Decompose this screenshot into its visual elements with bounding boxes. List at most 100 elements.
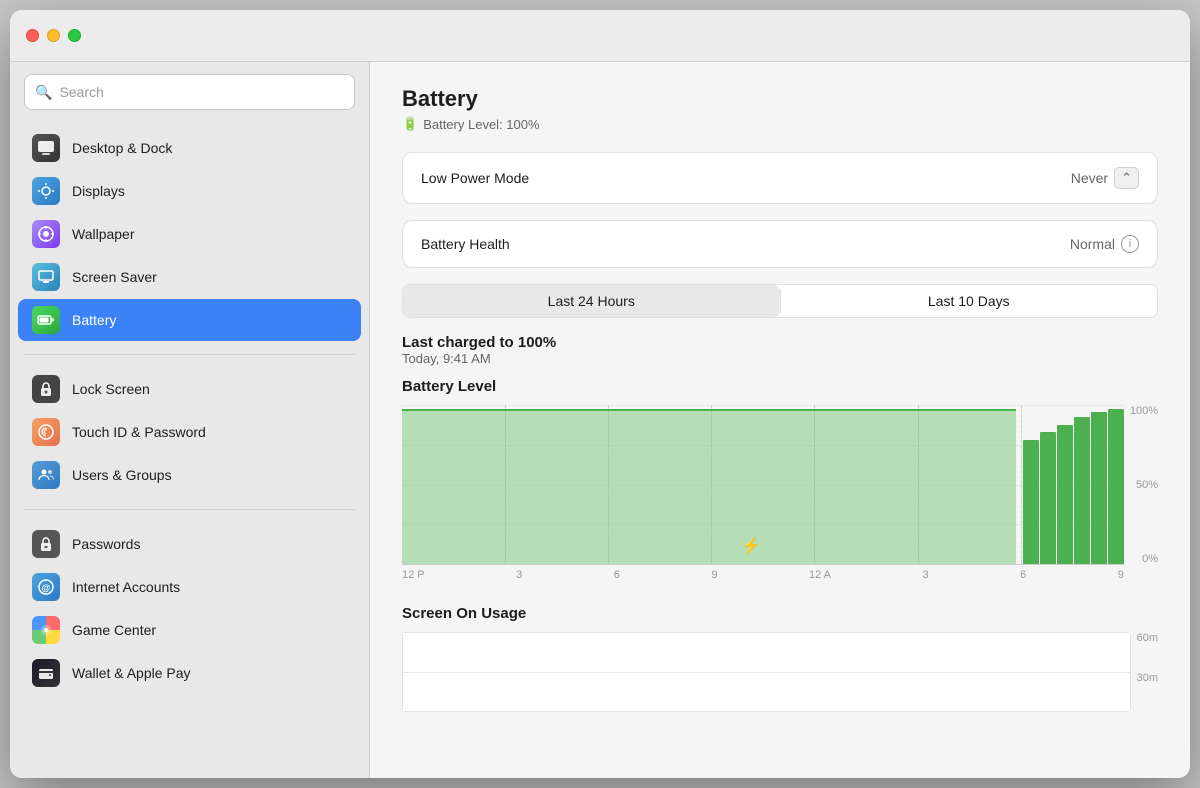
wallet-icon: [32, 659, 60, 687]
battery-health-value-text: Normal: [1070, 236, 1115, 252]
vgrid-6: [1021, 405, 1022, 564]
battery-chart-area: ⚡: [402, 405, 1124, 565]
main-content: Battery 🔋 Battery Level: 100% Low Power …: [370, 62, 1190, 778]
charged-section: Last charged to 100% Today, 9:41 AM: [402, 334, 1158, 366]
sidebar-label-lock-screen: Lock Screen: [72, 381, 150, 397]
sidebar: 🔍 Search Desktop & Dock: [10, 62, 370, 778]
time-tab-group: Last 24 Hours Last 10 Days: [402, 284, 1158, 318]
charged-title: Last charged to 100%: [402, 334, 1158, 351]
divider-2: [24, 509, 355, 510]
battery-health-row: Battery Health Normal i: [403, 221, 1157, 267]
passwords-icon: [32, 530, 60, 558]
content-area: 🔍 Search Desktop & Dock: [10, 62, 1190, 778]
sidebar-label-battery: Battery: [72, 312, 116, 328]
low-power-card: Low Power Mode Never ⌃: [402, 152, 1158, 204]
sidebar-label-internet-accounts: Internet Accounts: [72, 579, 180, 595]
charged-sub: Today, 9:41 AM: [402, 351, 1158, 366]
divider-1: [24, 354, 355, 355]
sidebar-item-wallpaper[interactable]: Wallpaper: [18, 213, 361, 255]
titlebar: [10, 10, 1190, 62]
screen-chart-wrapper: 60m 30m: [402, 632, 1158, 712]
battery-chart-container: ⚡ 12 P 3 6 9 12 A 3 6 9: [402, 405, 1124, 585]
desktop-dock-icon: [32, 134, 60, 162]
screen-y-60m: 60m: [1137, 632, 1158, 644]
users-groups-icon: [32, 461, 60, 489]
sidebar-item-lock-screen[interactable]: Lock Screen: [18, 368, 361, 410]
sidebar-label-desktop-dock: Desktop & Dock: [72, 140, 172, 156]
sidebar-label-touch-id: Touch ID & Password: [72, 424, 206, 440]
battery-fill-recent: [1023, 409, 1124, 564]
y-label-100: 100%: [1130, 405, 1158, 417]
sidebar-item-desktop-dock[interactable]: Desktop & Dock: [18, 127, 361, 169]
sidebar-item-displays[interactable]: Displays: [18, 170, 361, 212]
battery-icon: [32, 306, 60, 334]
sidebar-item-screen-saver[interactable]: Screen Saver: [18, 256, 361, 298]
low-power-value[interactable]: Never ⌃: [1071, 167, 1139, 189]
x-label-6a: 6: [614, 569, 620, 581]
svg-text:@: @: [42, 583, 51, 593]
page-subtitle: 🔋 Battery Level: 100%: [402, 116, 1158, 132]
sidebar-label-game-center: Game Center: [72, 622, 156, 638]
screen-y-labels: 60m 30m: [1137, 632, 1158, 712]
low-power-stepper[interactable]: ⌃: [1114, 167, 1139, 189]
tab-last-24-hours[interactable]: Last 24 Hours: [403, 285, 780, 317]
sidebar-item-wallet[interactable]: Wallet & Apple Pay: [18, 652, 361, 694]
internet-accounts-icon: @: [32, 573, 60, 601]
sidebar-label-passwords: Passwords: [72, 536, 140, 552]
battery-level-text: Battery Level: 100%: [423, 117, 539, 132]
x-label-9b: 9: [1118, 569, 1124, 581]
lightning-icon: ⚡: [741, 536, 761, 556]
low-power-label: Low Power Mode: [421, 170, 529, 186]
sidebar-section-main: Desktop & Dock Displays: [10, 122, 369, 346]
sidebar-section-security: Lock Screen Touch ID & Password: [10, 363, 369, 501]
sidebar-item-passwords[interactable]: Passwords: [18, 523, 361, 565]
screen-chart-area: [402, 632, 1131, 712]
x-label-3a: 3: [516, 569, 522, 581]
battery-level-chart-title: Battery Level: [402, 378, 1158, 395]
search-placeholder: Search: [59, 84, 103, 100]
battery-health-value: Normal i: [1070, 235, 1139, 253]
y-label-50: 50%: [1136, 479, 1158, 491]
search-box[interactable]: 🔍 Search: [24, 74, 355, 110]
battery-health-label: Battery Health: [421, 236, 510, 252]
low-power-value-text: Never: [1071, 170, 1108, 186]
lock-screen-icon: [32, 375, 60, 403]
minimize-button[interactable]: [47, 29, 60, 42]
traffic-lights: [26, 29, 81, 42]
battery-health-info-icon[interactable]: i: [1121, 235, 1139, 253]
sidebar-item-internet-accounts[interactable]: @ Internet Accounts: [18, 566, 361, 608]
sidebar-item-battery[interactable]: Battery: [18, 299, 361, 341]
chart-y-labels: 100% 50% 0%: [1130, 405, 1158, 585]
grid-line-100: [402, 405, 1124, 406]
screen-saver-icon: [32, 263, 60, 291]
sidebar-item-game-center[interactable]: Game Center: [18, 609, 361, 651]
main-window: 🔍 Search Desktop & Dock: [10, 10, 1190, 778]
x-label-6b: 6: [1020, 569, 1026, 581]
sidebar-label-screen-saver: Screen Saver: [72, 269, 157, 285]
x-label-12p: 12 P: [402, 569, 425, 581]
battery-chart-wrapper: ⚡ 12 P 3 6 9 12 A 3 6 9: [402, 405, 1158, 585]
battery-health-card: Battery Health Normal i: [402, 220, 1158, 268]
x-label-3b: 3: [922, 569, 928, 581]
battery-fill-main: [402, 409, 1016, 564]
screen-usage-section: Screen On Usage 60m 30m: [402, 605, 1158, 712]
sidebar-label-users-groups: Users & Groups: [72, 467, 172, 483]
wallpaper-icon: [32, 220, 60, 248]
sidebar-section-accounts: Passwords @ Internet Accounts: [10, 518, 369, 699]
battery-level-icon: 🔋: [402, 116, 418, 132]
x-label-12: 12 A: [809, 569, 831, 581]
game-center-icon: [32, 616, 60, 644]
touch-id-icon: [32, 418, 60, 446]
sidebar-item-users-groups[interactable]: Users & Groups: [18, 454, 361, 496]
screen-grid-mid: [403, 672, 1130, 673]
bar-3: [1057, 425, 1073, 565]
bar-5: [1091, 412, 1107, 564]
close-button[interactable]: [26, 29, 39, 42]
sidebar-item-touch-id[interactable]: Touch ID & Password: [18, 411, 361, 453]
search-icon: 🔍: [35, 84, 52, 101]
tab-last-10-days[interactable]: Last 10 Days: [781, 285, 1158, 317]
battery-chart-section: Battery Level: [402, 378, 1158, 585]
maximize-button[interactable]: [68, 29, 81, 42]
sidebar-label-wallpaper: Wallpaper: [72, 226, 135, 242]
bar-2: [1040, 432, 1056, 564]
